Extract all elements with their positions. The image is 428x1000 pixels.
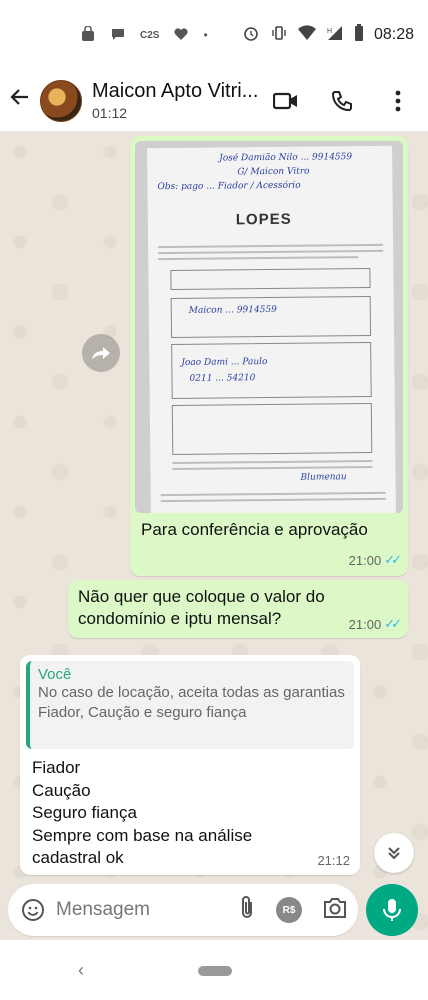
nav-back-icon[interactable]: ‹ bbox=[78, 960, 84, 981]
message-line: Sempre com base na análise cadastral ok bbox=[32, 825, 253, 868]
wifi-icon bbox=[297, 24, 316, 46]
c2s-label: C2S bbox=[140, 29, 160, 41]
microphone-button[interactable] bbox=[366, 884, 418, 936]
contact-subtitle: 01:12 bbox=[92, 105, 128, 121]
image-caption: Para conferência e aprovação bbox=[141, 520, 368, 539]
home-pill[interactable] bbox=[198, 966, 232, 976]
heart-icon bbox=[173, 26, 189, 45]
contact-name: Maicon Apto Vitri... bbox=[92, 80, 259, 102]
outgoing-message[interactable]: Não quer que coloque o valor do condomín… bbox=[68, 580, 408, 638]
message-time: 21:12 bbox=[317, 853, 350, 868]
quoted-text: Fiador, Caução e seguro fiança bbox=[38, 704, 247, 721]
contact-info[interactable]: Maicon Apto Vitri... 01:12 bbox=[92, 80, 272, 121]
vibrate-icon bbox=[270, 24, 288, 47]
clock-time: 08:28 bbox=[373, 26, 414, 43]
quoted-author: Você bbox=[38, 666, 72, 683]
message-input[interactable] bbox=[56, 899, 206, 921]
message-meta: 21:00 ✓✓ bbox=[348, 552, 402, 568]
document-photo[interactable]: José Damião Nilo ... 9914559 G/ Maicon V… bbox=[135, 141, 403, 513]
message-meta: 21:00 ✓✓ bbox=[348, 616, 402, 632]
message-time: 21:00 bbox=[348, 616, 382, 632]
back-arrow-icon[interactable] bbox=[8, 85, 38, 116]
message-time: 21:00 bbox=[348, 552, 382, 568]
read-ticks-icon: ✓✓ bbox=[384, 616, 402, 631]
message-line: Seguro fiança bbox=[32, 803, 137, 822]
dot-icon: • bbox=[203, 28, 208, 42]
microphone-icon bbox=[383, 899, 401, 921]
signal-icon: H bbox=[326, 25, 344, 46]
scroll-down-button[interactable] bbox=[374, 833, 414, 873]
contact-avatar[interactable] bbox=[40, 79, 82, 122]
attach-icon[interactable] bbox=[238, 895, 256, 926]
chat-icon bbox=[110, 26, 126, 45]
more-options-icon[interactable] bbox=[384, 87, 412, 115]
battery-icon bbox=[354, 23, 364, 47]
forward-icon[interactable] bbox=[82, 334, 120, 372]
bag-icon bbox=[80, 24, 96, 45]
system-navigation-bar: ‹ bbox=[0, 940, 428, 1000]
message-line: Caução bbox=[32, 780, 91, 800]
notification-icons: C2S • bbox=[80, 24, 208, 45]
quoted-text: No caso de locação, aceita todas as gara… bbox=[38, 684, 345, 701]
emoji-icon[interactable] bbox=[18, 895, 48, 925]
message-text: Não quer que coloque o valor do condomín… bbox=[78, 587, 325, 628]
payment-icon[interactable]: R$ bbox=[276, 897, 302, 923]
phone-call-icon[interactable] bbox=[328, 87, 356, 115]
read-ticks-icon: ✓✓ bbox=[384, 552, 402, 567]
lopes-logo: LOPES bbox=[235, 210, 292, 229]
svg-text:H: H bbox=[327, 28, 332, 35]
message-line: Fiador bbox=[32, 758, 81, 777]
camera-icon[interactable] bbox=[322, 897, 348, 924]
status-bar: C2S • H 08:28 bbox=[0, 0, 428, 70]
chat-header: Maicon Apto Vitri... 01:12 bbox=[0, 70, 428, 132]
incoming-message[interactable]: Você No caso de locação, aceita todas as… bbox=[20, 655, 360, 875]
image-message[interactable]: José Damião Nilo ... 9914559 G/ Maicon V… bbox=[130, 136, 408, 576]
document-paper: José Damião Nilo ... 9914559 G/ Maicon V… bbox=[147, 145, 396, 513]
quoted-message[interactable]: Você No caso de locação, aceita todas as… bbox=[26, 661, 354, 749]
message-composer: R$ bbox=[8, 884, 358, 936]
message-meta: 21:12 bbox=[317, 853, 350, 868]
video-call-icon[interactable] bbox=[272, 87, 300, 115]
alarm-icon bbox=[242, 24, 260, 47]
message-text: Fiador Caução Seguro fiança Sempre com b… bbox=[26, 757, 354, 870]
system-icons: H 08:28 bbox=[242, 23, 414, 47]
double-chevron-down-icon bbox=[388, 847, 400, 860]
